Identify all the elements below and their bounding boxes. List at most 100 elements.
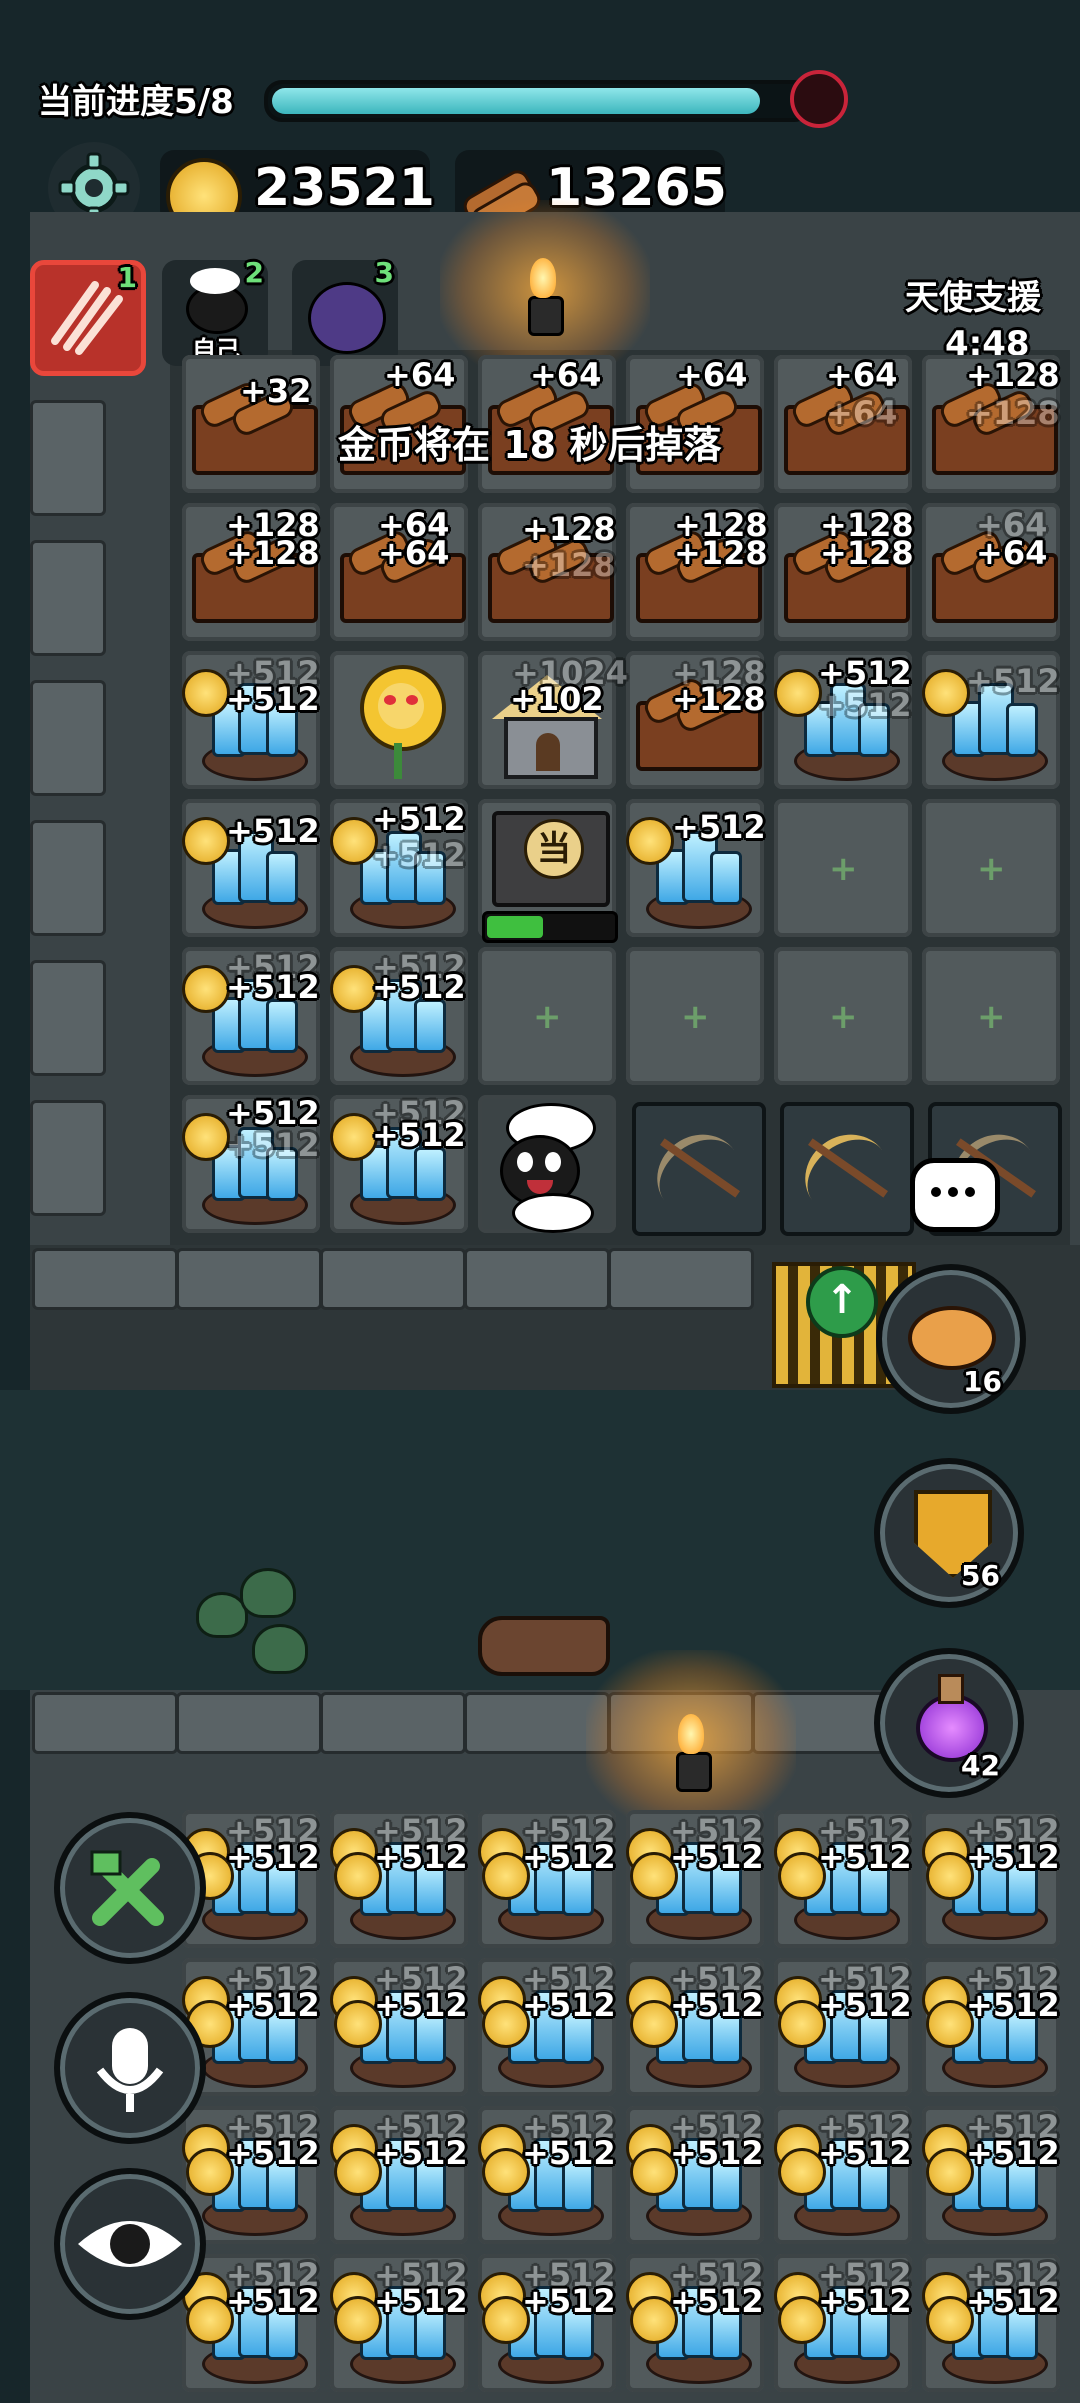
resource-gain-label: +512 [372, 800, 466, 838]
wall-brick [176, 1248, 322, 1310]
crystal-mine-slot[interactable]: +512 +512 [330, 2254, 468, 2392]
sunflower-slot[interactable] [330, 651, 468, 789]
empty-slot[interactable]: + [922, 947, 1060, 1085]
crystal-mine-slot[interactable]: +512 +512 [478, 1810, 616, 1948]
crystal-mine-slot[interactable]: +512 +512 [774, 1810, 912, 1948]
voice-chat-button[interactable] [54, 1992, 206, 2144]
wall-brick [464, 1248, 610, 1310]
gold-coin-icon [182, 1113, 230, 1161]
crystal-mine-slot[interactable]: +512 +512 [330, 1810, 468, 1948]
resource-gain-label: +512 [372, 968, 466, 1006]
wall-brick [30, 680, 106, 796]
crossbow-icon [641, 1118, 757, 1232]
resource-gain-label: +512 [374, 1838, 468, 1876]
wall-brick [32, 1248, 178, 1310]
crystal-mine-slot[interactable]: +512 +512 [478, 2254, 616, 2392]
empty-slot[interactable]: + [774, 799, 912, 937]
gold-coin-icon [330, 965, 378, 1013]
shield-count: 56 [961, 1559, 1000, 1592]
empty-slot[interactable]: + [478, 947, 616, 1085]
weed-plant-icon [196, 1568, 308, 1674]
view-toggle-button[interactable] [54, 2168, 206, 2320]
resource-gain-label: +64 [676, 356, 748, 394]
wall-brick [30, 400, 106, 516]
crystal-mine-slot[interactable]: +512 +512 [330, 2106, 468, 2244]
player-portrait-2[interactable]: 2 自己 [162, 256, 268, 366]
gold-coin-icon [922, 669, 970, 717]
crystal-mine-slot[interactable]: +512 +512 [922, 2106, 1060, 2244]
resource-gain-label: +64 [826, 394, 898, 432]
player-rank: 2 [244, 256, 264, 289]
resource-gain-label: +512 [672, 808, 766, 846]
build-tools-button[interactable] [54, 1812, 206, 1964]
wall-brick [30, 1100, 106, 1216]
sheep-player-slot[interactable] [478, 1095, 616, 1233]
resource-gain-label: +128 [820, 534, 914, 572]
plus-icon: + [977, 997, 1006, 1037]
crossbow-icon [789, 1118, 905, 1232]
resource-gain-label: +64 [378, 534, 450, 572]
pawn-shop-slot[interactable]: 当 [478, 799, 618, 943]
resource-gain-label: +128 [672, 680, 766, 718]
pawn-shop-sign: 当 [524, 819, 584, 879]
torch-icon [528, 296, 564, 336]
resource-gain-label: +512 [966, 1986, 1060, 2024]
plus-icon: + [681, 997, 710, 1037]
resource-gain-label: +512 [670, 1838, 764, 1876]
resource-gain-label: +512 [226, 680, 320, 718]
crystal-mine-slot[interactable]: +512 +512 [478, 2106, 616, 2244]
upgrade-arrow-icon[interactable]: ↑ [806, 1266, 878, 1338]
potion-count: 42 [961, 1749, 1000, 1782]
crossbow-turret[interactable] [632, 1102, 766, 1236]
wall-brick [320, 1692, 466, 1754]
crystal-mine-slot[interactable]: +512 +512 [626, 2254, 764, 2392]
crystal-mine-slot[interactable]: +512 +512 [626, 1810, 764, 1948]
resource-gain-label: +512 [966, 1838, 1060, 1876]
player-portrait-3[interactable]: 3 [292, 256, 398, 366]
crystal-mine-slot[interactable]: +512 +512 [626, 2106, 764, 2244]
crystal-mine-slot[interactable]: +512 +512 [478, 1958, 616, 2096]
resource-gain-label: +512 [670, 2282, 764, 2320]
resource-gain-label: +32 [240, 372, 312, 410]
gold-coin-icon [330, 817, 378, 865]
crystal-mine-slot[interactable]: +512 +512 [182, 2254, 320, 2392]
crystal-mine-slot[interactable]: +512 +512 [774, 2106, 912, 2244]
potion-button[interactable]: 42 [874, 1648, 1024, 1798]
player-rank: 3 [374, 256, 394, 289]
crystal-mine-slot[interactable]: +512 +512 [330, 1958, 468, 2096]
resource-gain-label: +512 [226, 812, 320, 850]
empty-slot[interactable]: + [626, 947, 764, 1085]
resource-gain-label: +512 [966, 2134, 1060, 2172]
gold-coin-icon [330, 1113, 378, 1161]
flame-icon [678, 1714, 704, 1754]
crystal-mine-slot[interactable]: +512 +512 [774, 2254, 912, 2392]
resource-gain-label: +64 [384, 356, 456, 394]
wall-brick [30, 540, 106, 656]
piggy-bank-button[interactable]: 16 [876, 1264, 1026, 1414]
empty-slot[interactable]: + [774, 947, 912, 1085]
crystal-mine-slot[interactable]: +512 +512 [774, 1958, 912, 2096]
pawn-shop-icon: 当 [492, 811, 610, 907]
empty-slot[interactable]: + [922, 799, 1060, 937]
resource-gain-label: +64 [530, 356, 602, 394]
gold-coin-icon [774, 669, 822, 717]
resource-gain-label: +512 [374, 2134, 468, 2172]
wall-brick [320, 1248, 466, 1310]
plus-icon: + [977, 849, 1006, 889]
crystal-mine-slot[interactable]: +512 +512 [922, 1810, 1060, 1948]
player-portrait-1[interactable]: 1 [30, 260, 146, 376]
resource-gain-label: +128 [674, 534, 768, 572]
wall-brick [176, 1692, 322, 1754]
crossbow-turret[interactable] [780, 1102, 914, 1236]
chat-bubble-icon[interactable] [910, 1158, 1000, 1232]
coin-drop-notice: 金币将在 18 秒后掉落 [338, 423, 722, 467]
eye-icon [78, 2221, 182, 2267]
resource-gain-label: +128 [966, 394, 1060, 432]
crystal-mine-slot[interactable]: +512 +512 [626, 1958, 764, 2096]
crystal-mine-slot[interactable]: +512 +512 [922, 2254, 1060, 2392]
resource-gain-label: +512 [226, 968, 320, 1006]
gold-coin-icon [182, 817, 230, 865]
resource-gain-label: +512 [374, 2282, 468, 2320]
crystal-mine-slot[interactable]: +512 +512 [922, 1958, 1060, 2096]
shield-button[interactable]: 56 [874, 1458, 1024, 1608]
